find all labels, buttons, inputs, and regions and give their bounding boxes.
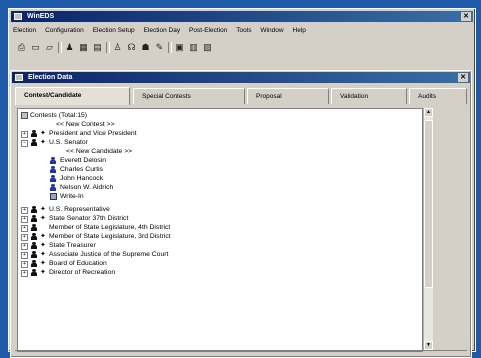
- contest-tree[interactable]: Contests (Total:15) << New Contest >> + …: [17, 108, 423, 352]
- tab-special-contests[interactable]: Special Contests: [133, 88, 245, 104]
- contest-person-icon: [31, 233, 38, 240]
- star-icon: ✦: [40, 130, 46, 137]
- grid-icon[interactable]: ▦: [77, 41, 90, 54]
- contest-person-icon: [31, 269, 38, 276]
- headset-icon[interactable]: ☊: [125, 41, 138, 54]
- contest-person-icon: [31, 224, 38, 231]
- toolbar-separator: [58, 42, 62, 53]
- app-title-bar: WinEDS ✕: [11, 11, 473, 22]
- expand-icon[interactable]: +: [21, 216, 28, 223]
- app-title: WinEDS: [27, 13, 55, 20]
- scroll-down-icon[interactable]: ▼: [424, 341, 433, 350]
- expand-icon[interactable]: +: [21, 261, 28, 268]
- expand-icon[interactable]: +: [21, 234, 28, 241]
- tab-contest-candidate[interactable]: Contest/Candidate: [15, 87, 130, 105]
- child-system-icon[interactable]: [15, 74, 23, 81]
- star-icon: ✦: [40, 233, 46, 240]
- calculator-icon[interactable]: ▧: [201, 41, 214, 54]
- contest-person-icon: [31, 139, 38, 146]
- candidate-icon: [50, 166, 57, 173]
- star-icon: ✦: [40, 260, 46, 267]
- toolbar: ⎙ ▭ ▱ ♟ ▦ ▤ ♙ ☊ ☗ ✎ ▣ ▥ ▧: [15, 41, 469, 57]
- child-title: Election Data: [28, 74, 73, 81]
- contest-person-icon: [31, 251, 38, 258]
- contest-person-icon: [31, 260, 38, 267]
- contests-folder-icon: [21, 112, 28, 119]
- eraser-icon[interactable]: ✎: [153, 41, 166, 54]
- toolbar-separator: [168, 42, 172, 53]
- menu-bar: Election Configuration Election Setup El…: [13, 25, 471, 36]
- expand-icon[interactable]: +: [21, 270, 28, 277]
- star-icon: ✦: [40, 269, 46, 276]
- candidate-icon: [50, 184, 57, 191]
- contest-person-icon: [31, 206, 38, 213]
- candidate-icon: [50, 175, 57, 182]
- voter-icon[interactable]: ♟: [63, 41, 76, 54]
- vertical-scrollbar[interactable]: ▲ ▼: [423, 108, 433, 350]
- star-icon: ✦: [40, 215, 46, 222]
- close-icon[interactable]: ✕: [461, 12, 471, 21]
- chart-icon[interactable]: ▥: [187, 41, 200, 54]
- star-icon: ✦: [40, 251, 46, 258]
- star-icon: ✦: [40, 206, 46, 213]
- write-in-icon: [50, 193, 57, 200]
- scroll-up-icon[interactable]: ▲: [424, 108, 433, 117]
- menu-election-setup[interactable]: Election Setup: [93, 27, 135, 34]
- star-icon: ✦: [40, 139, 46, 146]
- child-close-icon[interactable]: ✕: [458, 73, 468, 82]
- tab-audits[interactable]: Audits: [409, 88, 467, 104]
- new-file-icon[interactable]: ▭: [29, 41, 42, 54]
- menu-election[interactable]: Election: [13, 27, 36, 34]
- tab-proposal[interactable]: Proposal: [247, 88, 329, 104]
- candidate-icon: [50, 157, 57, 164]
- candidate-icon[interactable]: ♙: [111, 41, 124, 54]
- menu-help[interactable]: Help: [293, 27, 306, 34]
- scroll-thumb[interactable]: [424, 120, 433, 288]
- toolbar-separator: [106, 42, 110, 53]
- device-icon[interactable]: ☗: [139, 41, 152, 54]
- election-data-window: Election Data ✕ Contest/Candidate Specia…: [10, 70, 472, 358]
- menu-post-election[interactable]: Post-Election: [189, 27, 227, 34]
- menu-election-day[interactable]: Election Day: [144, 27, 181, 34]
- app-system-icon[interactable]: [14, 13, 22, 20]
- expand-icon[interactable]: +: [21, 252, 28, 259]
- print-icon[interactable]: ⎙: [15, 41, 28, 54]
- election-data-title-bar: Election Data ✕: [12, 72, 470, 83]
- contest-person-icon: [31, 242, 38, 249]
- expand-icon[interactable]: +: [21, 243, 28, 250]
- tab-validation[interactable]: Validation: [331, 88, 407, 104]
- menu-window[interactable]: Window: [260, 27, 283, 34]
- ballot-icon[interactable]: ▤: [91, 41, 104, 54]
- menu-tools[interactable]: Tools: [236, 27, 251, 34]
- report-icon[interactable]: ▣: [173, 41, 186, 54]
- expand-icon[interactable]: +: [21, 207, 28, 214]
- open-folder-icon[interactable]: ▱: [43, 41, 56, 54]
- expand-icon[interactable]: +: [21, 131, 28, 138]
- collapse-icon[interactable]: −: [21, 140, 28, 147]
- contest-person-icon: [31, 130, 38, 137]
- star-icon: ✦: [40, 242, 46, 249]
- tab-strip: Contest/Candidate Special Contests Propo…: [15, 87, 467, 106]
- menu-configuration[interactable]: Configuration: [45, 27, 84, 34]
- contest-person-icon: [31, 215, 38, 222]
- expand-icon[interactable]: +: [21, 225, 28, 232]
